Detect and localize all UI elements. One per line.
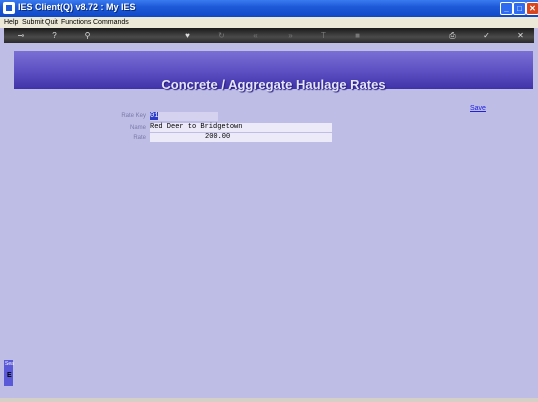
rate-label: Rate: [133, 135, 146, 141]
menu-bar: Help Submit Quit Functions Commands: [0, 17, 538, 28]
heart-icon[interactable]: ♥: [182, 30, 193, 41]
print-icon[interactable]: ⎙: [447, 30, 458, 41]
rate-key-field[interactable]: 01: [150, 112, 218, 121]
fast-forward-icon[interactable]: »: [285, 30, 296, 41]
maximize-icon[interactable]: □: [513, 2, 526, 15]
refresh-icon[interactable]: ↻: [216, 30, 227, 41]
name-label: Name: [129, 125, 146, 131]
minimize-icon[interactable]: _: [500, 2, 513, 15]
status-bar: [0, 398, 538, 402]
stop-icon[interactable]: ■: [352, 30, 363, 41]
app-window: IES Client(Q) v8.72 : My IES _ □ ✕ Help …: [0, 0, 538, 402]
rate-value: 200.00: [205, 133, 231, 141]
save-link[interactable]: Save: [470, 105, 486, 112]
side-letter: E: [7, 372, 12, 379]
main-content: Concrete / Aggregate Haulage Rates Save …: [4, 43, 534, 398]
name-field[interactable]: Red Deer to Bridgetown: [150, 123, 332, 132]
key-icon[interactable]: ⊸: [12, 30, 30, 41]
title-bar: IES Client(Q) v8.72 : My IES _ □ ✕: [0, 0, 538, 17]
rate-key-value: 01: [150, 112, 159, 120]
name-value: Red Deer to Bridgetown: [150, 123, 243, 131]
menu-help[interactable]: Help: [4, 17, 18, 28]
side-tab-label: Sea: [5, 361, 14, 367]
app-icon: [3, 2, 15, 14]
text-icon[interactable]: T: [318, 30, 329, 41]
rate-key-label: Rate Key: [121, 113, 146, 119]
close-window-icon[interactable]: ✕: [526, 2, 538, 15]
menu-functions[interactable]: Functions: [61, 17, 91, 28]
help-icon[interactable]: ?: [49, 30, 60, 41]
page-title: Concrete / Aggregate Haulage Rates: [161, 77, 386, 92]
toolbar: ⊸ ? ⚲ ♥ ↻ « » T ■ ⎙ ✓ ✕: [4, 28, 534, 43]
rate-field[interactable]: 200.00: [150, 133, 332, 142]
page-banner: Concrete / Aggregate Haulage Rates: [14, 51, 533, 92]
menu-commands[interactable]: Commands: [93, 17, 129, 28]
close-icon[interactable]: ✕: [515, 30, 526, 41]
menu-quit[interactable]: Quit: [45, 17, 58, 28]
window-title: IES Client(Q) v8.72 : My IES: [18, 2, 136, 12]
rewind-icon[interactable]: «: [250, 30, 261, 41]
search-icon[interactable]: ⚲: [82, 30, 93, 41]
check-icon[interactable]: ✓: [481, 30, 492, 41]
menu-submit[interactable]: Submit: [22, 17, 44, 28]
